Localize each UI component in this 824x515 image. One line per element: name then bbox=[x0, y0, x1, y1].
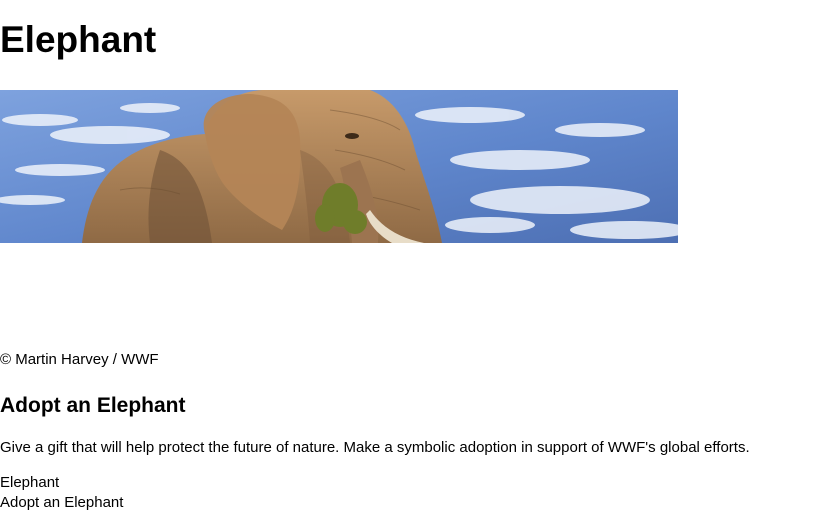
adopt-heading: Adopt an Elephant bbox=[0, 394, 186, 417]
photo-credit: © Martin Harvey / WWF bbox=[0, 351, 159, 368]
page: Elephant © Martin Harvey / WWF Adopt an … bbox=[0, 0, 824, 515]
elephant-photo bbox=[0, 90, 678, 243]
link-list: Elephant Adopt an Elephant bbox=[0, 473, 123, 513]
page-title: Elephant bbox=[0, 19, 157, 60]
link-adopt-elephant[interactable]: Adopt an Elephant bbox=[0, 493, 123, 513]
link-elephant[interactable]: Elephant bbox=[0, 473, 123, 493]
adopt-description: Give a gift that will help protect the f… bbox=[0, 439, 750, 456]
